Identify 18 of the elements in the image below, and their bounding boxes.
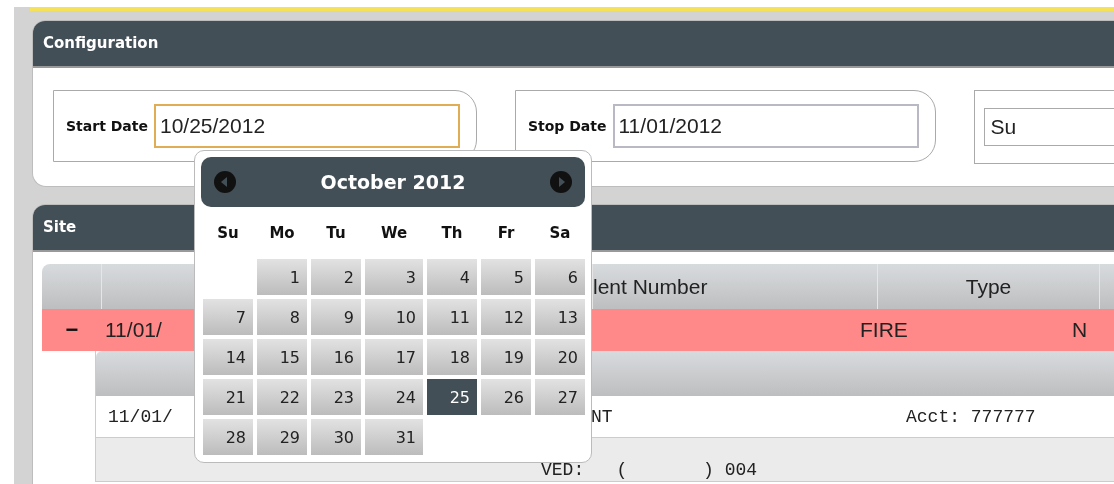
month-title: October 2012 [320,171,466,193]
field-label: Stop Date [527,118,607,134]
weekday-label: Fr [496,223,516,244]
table-cell: NT [591,406,613,427]
table-cell: 11/01/ [108,406,173,427]
weekday-label: Su [216,223,240,244]
panel-title: Configuration [33,21,1114,68]
weekday-label: Sa [548,223,572,244]
field-label: Start Date [66,118,148,134]
weekday-label: We [379,223,409,244]
table-cell: 11/01/ [105,318,162,341]
table-cell: FIRE [860,318,908,341]
table-cell: Acct: 777777 [906,406,1036,427]
log-line: VED: ( ) 004 [541,460,758,480]
table-cell: N [1072,318,1088,341]
weekday-label: Mo [268,223,296,244]
weekday-label: Th [440,223,464,244]
weekday-label: Tu [325,223,347,244]
